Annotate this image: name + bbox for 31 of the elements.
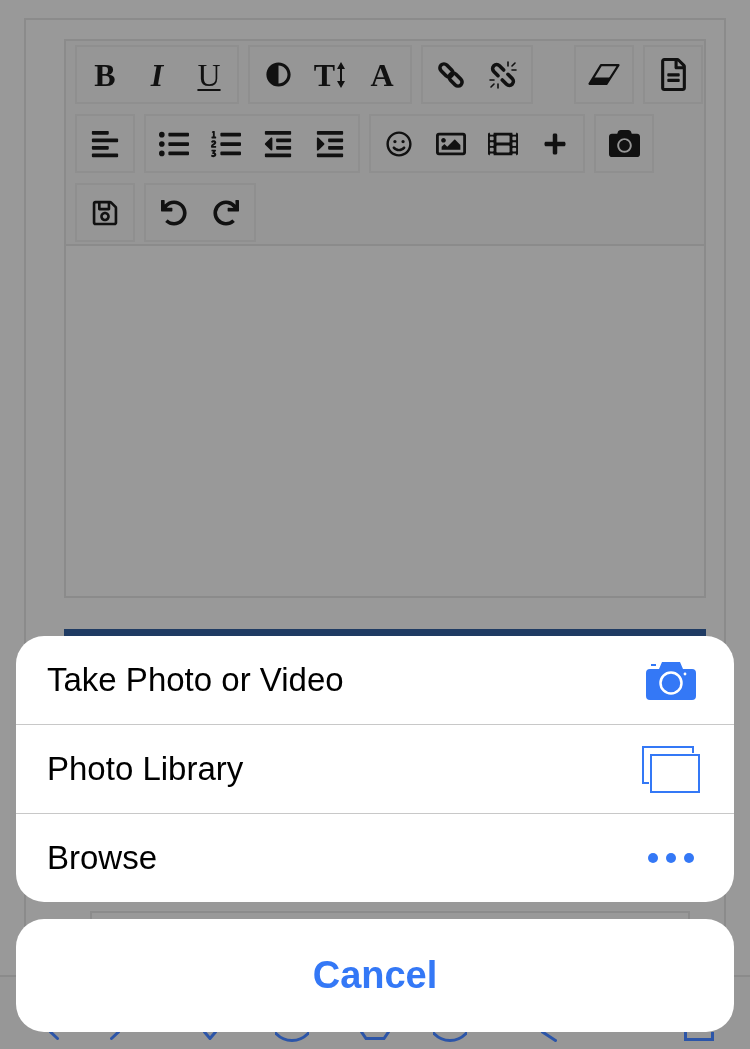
partial-chevron-icon: [49, 1032, 59, 1040]
partial-chevron-icon: [203, 1032, 217, 1040]
photo-library-icon: [642, 745, 700, 793]
cancel-button[interactable]: Cancel: [16, 919, 734, 1032]
sheet-option[interactable]: Take Photo or Video: [16, 636, 734, 724]
smiley-icon: [386, 130, 412, 157]
eraser-icon: [588, 64, 620, 85]
bold-button[interactable]: B: [79, 49, 131, 100]
font-button[interactable]: A: [356, 49, 408, 100]
text-height-button[interactable]: T: [304, 49, 356, 100]
sheet-option[interactable]: Browse: [16, 813, 734, 902]
italic-button[interactable]: I: [131, 49, 183, 100]
sheet-option[interactable]: Photo Library: [16, 724, 734, 813]
redo-icon: [213, 199, 239, 226]
contrast-icon: [265, 62, 291, 87]
outdent-icon: [263, 128, 293, 159]
link-icon: [438, 61, 464, 88]
partial-trapezoid-icon: [360, 1032, 390, 1040]
underline-button[interactable]: U: [183, 49, 235, 100]
camera-icon: [646, 660, 696, 700]
indent-icon: [315, 128, 345, 159]
up-down-arrow-icon: [336, 61, 347, 88]
more-icon: [648, 853, 694, 863]
partial-magnifier-handle-icon: [541, 1032, 557, 1042]
partial-chevron-icon: [110, 1032, 120, 1040]
undo-icon: [161, 199, 187, 226]
broken-link-icon: [489, 60, 517, 89]
camera-icon: [608, 128, 640, 159]
plus-icon: [543, 131, 567, 156]
align-left-icon: [90, 128, 120, 159]
numbered-list-icon: [211, 128, 241, 159]
